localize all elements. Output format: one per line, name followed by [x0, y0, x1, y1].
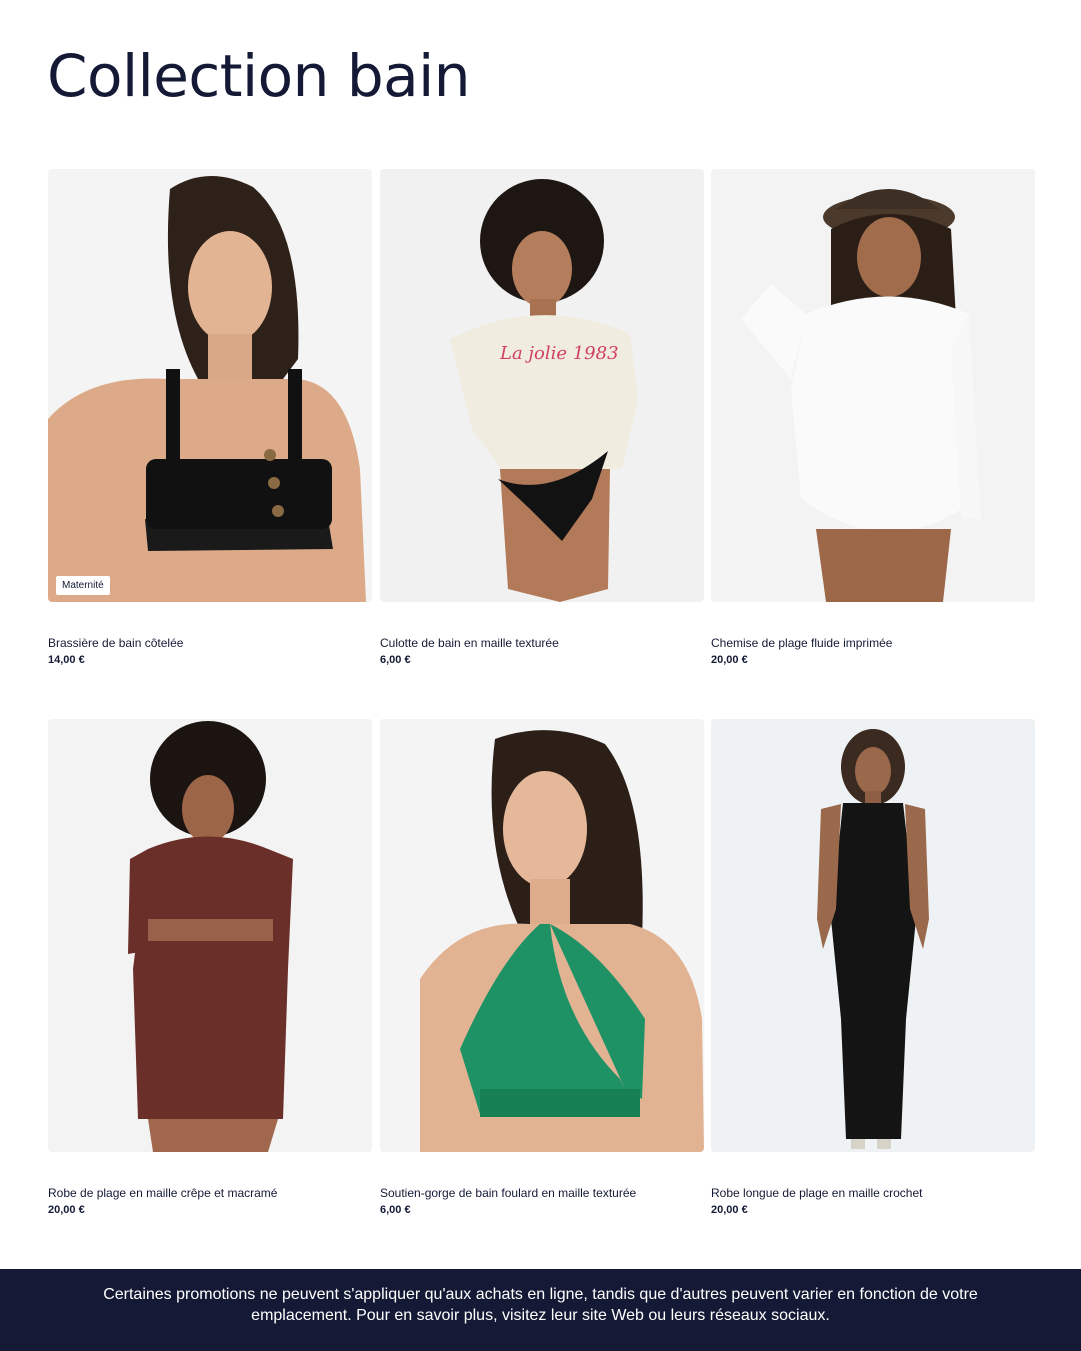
product-image[interactable]: Maternité	[48, 169, 372, 602]
product-card[interactable]: Soutien-gorge de bain foulard en maille …	[380, 719, 704, 1216]
product-image[interactable]	[380, 719, 704, 1152]
product-price: 6,00 €	[380, 654, 411, 666]
product-card[interactable]: Robe de plage en maille crêpe et macramé…	[48, 719, 372, 1216]
promo-disclaimer-text: Certaines promotions ne peuvent s'appliq…	[103, 1286, 978, 1324]
product-name[interactable]: Culotte de bain en maille texturée	[380, 636, 559, 650]
product-name[interactable]: Robe longue de plage en maille crochet	[711, 1186, 922, 1200]
product-name[interactable]: Robe de plage en maille crêpe et macramé	[48, 1186, 277, 1200]
product-image[interactable]	[711, 169, 1035, 602]
maternity-badge: Maternité	[56, 576, 110, 595]
product-card[interactable]: Robe longue de plage en maille crochet 2…	[711, 719, 1035, 1216]
model-photo	[380, 719, 704, 1152]
model-photo: La jolie 1983	[380, 169, 704, 602]
product-price: 20,00 €	[711, 654, 748, 666]
product-image[interactable]: La jolie 1983	[380, 169, 704, 602]
product-price: 20,00 €	[48, 1204, 85, 1216]
product-name[interactable]: Soutien-gorge de bain foulard en maille …	[380, 1186, 636, 1200]
model-photo	[711, 169, 1035, 602]
model-photo	[711, 719, 1035, 1152]
page-title: Collection bain	[47, 42, 471, 110]
product-price: 6,00 €	[380, 1204, 411, 1216]
product-card[interactable]: La jolie 1983 Culotte de bain en maille …	[380, 169, 704, 666]
model-photo	[48, 719, 372, 1152]
product-image[interactable]	[711, 719, 1035, 1152]
product-price: 20,00 €	[711, 1204, 748, 1216]
product-card[interactable]: Chemise de plage fluide imprimée 20,00 €	[711, 169, 1035, 666]
product-image[interactable]	[48, 719, 372, 1152]
product-name[interactable]: Brassière de bain côtelée	[48, 636, 183, 650]
promo-disclaimer-footer: Certaines promotions ne peuvent s'appliq…	[0, 1269, 1081, 1351]
product-card[interactable]: Maternité Brassière de bain côtelée 14,0…	[48, 169, 372, 666]
model-photo	[48, 169, 372, 602]
svg-text:La jolie 1983: La jolie 1983	[499, 343, 619, 364]
product-name[interactable]: Chemise de plage fluide imprimée	[711, 636, 892, 650]
product-price: 14,00 €	[48, 654, 85, 666]
